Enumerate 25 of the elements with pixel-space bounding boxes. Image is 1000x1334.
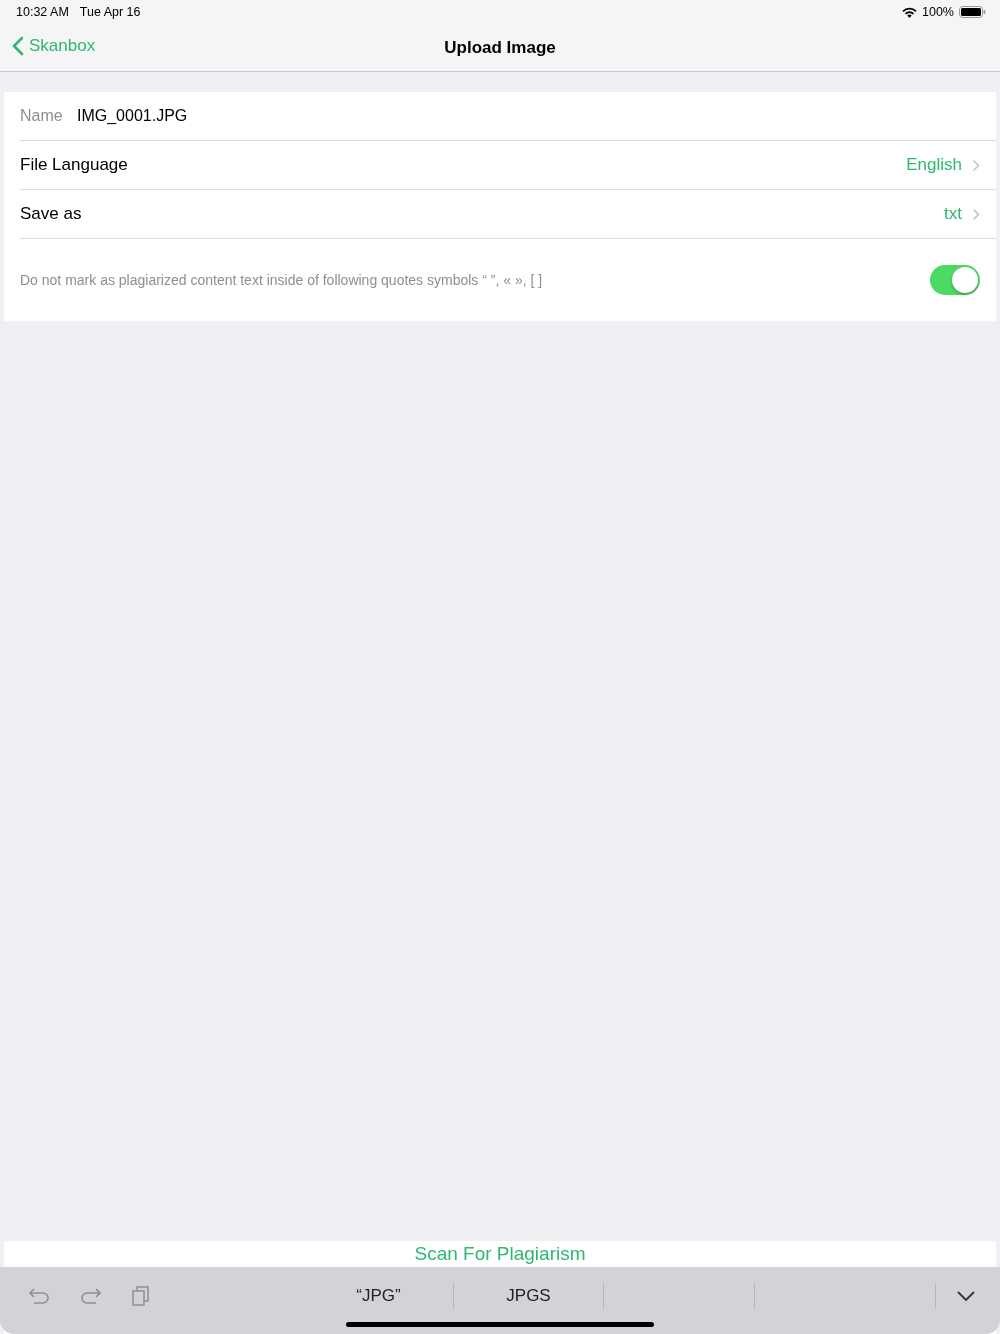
battery-percent: 100% bbox=[922, 5, 954, 19]
status-time: 10:32 AM bbox=[16, 5, 69, 19]
row-label: Save as bbox=[20, 204, 82, 224]
settings-row[interactable]: Save as txt bbox=[20, 190, 996, 239]
back-chevron-icon bbox=[12, 36, 24, 56]
battery-icon bbox=[959, 6, 986, 18]
row-value: txt bbox=[944, 204, 962, 224]
option-text: Do not mark as plagiarized content text inside of following quotes symbols “ ”, « », [ ] bbox=[20, 272, 543, 288]
settings-row[interactable]: File Language English bbox=[20, 141, 996, 190]
name-field[interactable]: IMG_0001.JPG bbox=[77, 107, 980, 125]
toggle-switch[interactable] bbox=[930, 265, 980, 295]
chevron-icon bbox=[972, 207, 980, 221]
redo-icon[interactable] bbox=[80, 1286, 102, 1305]
dismiss-keyboard-icon[interactable] bbox=[956, 1289, 976, 1302]
chevron-icon bbox=[972, 158, 980, 172]
screen-title: Upload Image bbox=[444, 37, 556, 58]
row-value: English bbox=[906, 155, 962, 175]
undo-icon[interactable] bbox=[28, 1286, 50, 1305]
row-label: File Language bbox=[20, 155, 128, 175]
suggestion-button[interactable]: JPGS bbox=[454, 1282, 604, 1309]
paste-icon[interactable] bbox=[132, 1285, 150, 1306]
suggestion-button[interactable]: “JPG” bbox=[304, 1282, 454, 1309]
wifi-icon bbox=[902, 6, 917, 18]
name-label: Name bbox=[20, 107, 64, 125]
status-date: Tue Apr 16 bbox=[79, 5, 141, 19]
